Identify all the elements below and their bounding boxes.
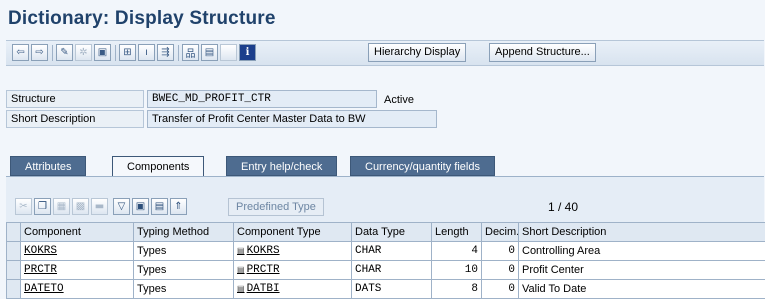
structure-label: Structure bbox=[6, 90, 144, 108]
edit-pencil-icon[interactable]: ✎ bbox=[56, 44, 73, 61]
insert-row-icon[interactable]: ▩ bbox=[72, 198, 89, 215]
tab-components[interactable]: Components bbox=[112, 156, 204, 177]
column-header[interactable]: Component bbox=[21, 223, 134, 242]
data-type-cell[interactable]: DATS bbox=[352, 280, 432, 299]
short-description-cell[interactable]: Controlling Area bbox=[519, 242, 765, 261]
table-row: KOKRS Types ▤KOKRS CHAR 4 0 Controlling … bbox=[7, 242, 765, 261]
decimals-cell[interactable]: 0 bbox=[482, 242, 519, 261]
search-help-icon[interactable]: ▤ bbox=[237, 285, 245, 294]
paste-icon[interactable]: ▦ bbox=[53, 198, 70, 215]
hierarchy-display-button[interactable]: Hierarchy Display bbox=[368, 43, 466, 62]
where-used-icon[interactable]: ⊞ bbox=[119, 44, 136, 61]
filter-icon[interactable]: ▽ bbox=[113, 198, 130, 215]
column-header[interactable]: Typing Method bbox=[134, 223, 234, 242]
tab-currency-quantity-fields[interactable]: Currency/quantity fields bbox=[350, 156, 495, 176]
object-list-icon[interactable]: ı bbox=[138, 44, 155, 61]
components-table: Component Typing Method Component Type D… bbox=[6, 222, 765, 299]
search-help-icon[interactable]: ▤ bbox=[237, 266, 245, 275]
decimals-cell[interactable]: 0 bbox=[482, 261, 519, 280]
toolbar-separator bbox=[115, 45, 116, 61]
predefined-type-button[interactable]: Predefined Type bbox=[228, 198, 324, 216]
search-up-icon[interactable]: ⇑ bbox=[170, 198, 187, 215]
info-icon[interactable]: i bbox=[239, 44, 256, 61]
structure-name-field[interactable]: BWEC_MD_PROFIT_CTR bbox=[147, 90, 377, 108]
row-selector[interactable] bbox=[7, 261, 21, 280]
component-cell[interactable]: KOKRS bbox=[21, 242, 134, 261]
column-header[interactable]: Short Description bbox=[519, 223, 765, 242]
component-type-cell[interactable]: ▤DATBI bbox=[234, 280, 352, 299]
toolbar-separator bbox=[178, 45, 179, 61]
column-header[interactable]: Component Type bbox=[234, 223, 352, 242]
component-type-cell[interactable]: ▤KOKRS bbox=[234, 242, 352, 261]
short-description-field[interactable]: Transfer of Profit Center Master Data to… bbox=[147, 110, 437, 128]
length-cell[interactable]: 8 bbox=[432, 280, 482, 299]
display-list-icon[interactable]: ▤ bbox=[201, 44, 218, 61]
data-type-cell[interactable]: CHAR bbox=[352, 242, 432, 261]
blank-icon[interactable] bbox=[220, 44, 237, 61]
activate-icon[interactable]: ✲ bbox=[75, 44, 92, 61]
tab-attributes[interactable]: Attributes bbox=[10, 156, 86, 176]
append-structure-button[interactable]: Append Structure... bbox=[489, 43, 596, 62]
component-type-value: PRCTR bbox=[247, 264, 280, 276]
typing-method-cell[interactable]: Types bbox=[134, 261, 234, 280]
typing-method-cell[interactable]: Types bbox=[134, 280, 234, 299]
component-type-value: DATBI bbox=[247, 283, 280, 295]
select-all-cell[interactable] bbox=[7, 223, 21, 242]
tabstrip: Attributes Components Entry help/check C… bbox=[6, 156, 764, 176]
navigation-icon[interactable]: ⇶ bbox=[157, 44, 174, 61]
decimals-cell[interactable]: 0 bbox=[482, 280, 519, 299]
typing-method-cell[interactable]: Types bbox=[134, 242, 234, 261]
cut-icon[interactable]: ✂ bbox=[15, 198, 32, 215]
row-selector[interactable] bbox=[7, 280, 21, 299]
details-icon[interactable]: ▤ bbox=[151, 198, 168, 215]
component-type-cell[interactable]: ▤PRCTR bbox=[234, 261, 352, 280]
application-toolbar: ⇦ ⇨ ✎ ✲ ▣ ⊞ ı ⇶ 品 ▤ i Hierarchy Display … bbox=[6, 40, 764, 66]
column-header[interactable]: Data Type bbox=[352, 223, 432, 242]
back-arrow-icon[interactable]: ⇦ bbox=[12, 44, 29, 61]
row-selector[interactable] bbox=[7, 242, 21, 261]
table-row: DATETO Types ▤DATBI DATS 8 0 Valid To Da… bbox=[7, 280, 765, 299]
page-title: Dictionary: Display Structure bbox=[8, 8, 276, 30]
settings-icon[interactable]: ▣ bbox=[132, 198, 149, 215]
column-header[interactable]: Decim... bbox=[482, 223, 519, 242]
component-cell[interactable]: PRCTR bbox=[21, 261, 134, 280]
column-header[interactable]: Length bbox=[432, 223, 482, 242]
short-description-cell[interactable]: Profit Center bbox=[519, 261, 765, 280]
component-cell[interactable]: DATETO bbox=[21, 280, 134, 299]
page-counter: 1 / 40 bbox=[548, 200, 578, 214]
table-row: PRCTR Types ▤PRCTR CHAR 10 0 Profit Cent… bbox=[7, 261, 765, 280]
delete-row-icon[interactable]: ▬ bbox=[91, 198, 108, 215]
check-object-icon[interactable]: ▣ bbox=[94, 44, 111, 61]
copy-icon[interactable]: ❐ bbox=[34, 198, 51, 215]
toolbar-separator bbox=[52, 45, 53, 61]
component-type-value: KOKRS bbox=[247, 245, 280, 257]
forward-arrow-icon[interactable]: ⇨ bbox=[31, 44, 48, 61]
length-cell[interactable]: 10 bbox=[432, 261, 482, 280]
data-type-cell[interactable]: CHAR bbox=[352, 261, 432, 280]
status-text: Active bbox=[384, 92, 414, 108]
hierarchy-icon[interactable]: 品 bbox=[182, 44, 199, 61]
short-description-label: Short Description bbox=[6, 110, 144, 128]
search-help-icon[interactable]: ▤ bbox=[237, 247, 245, 256]
tab-entry-help-check[interactable]: Entry help/check bbox=[226, 156, 337, 176]
short-description-cell[interactable]: Valid To Date bbox=[519, 280, 765, 299]
table-header-row: Component Typing Method Component Type D… bbox=[7, 223, 765, 242]
length-cell[interactable]: 4 bbox=[432, 242, 482, 261]
